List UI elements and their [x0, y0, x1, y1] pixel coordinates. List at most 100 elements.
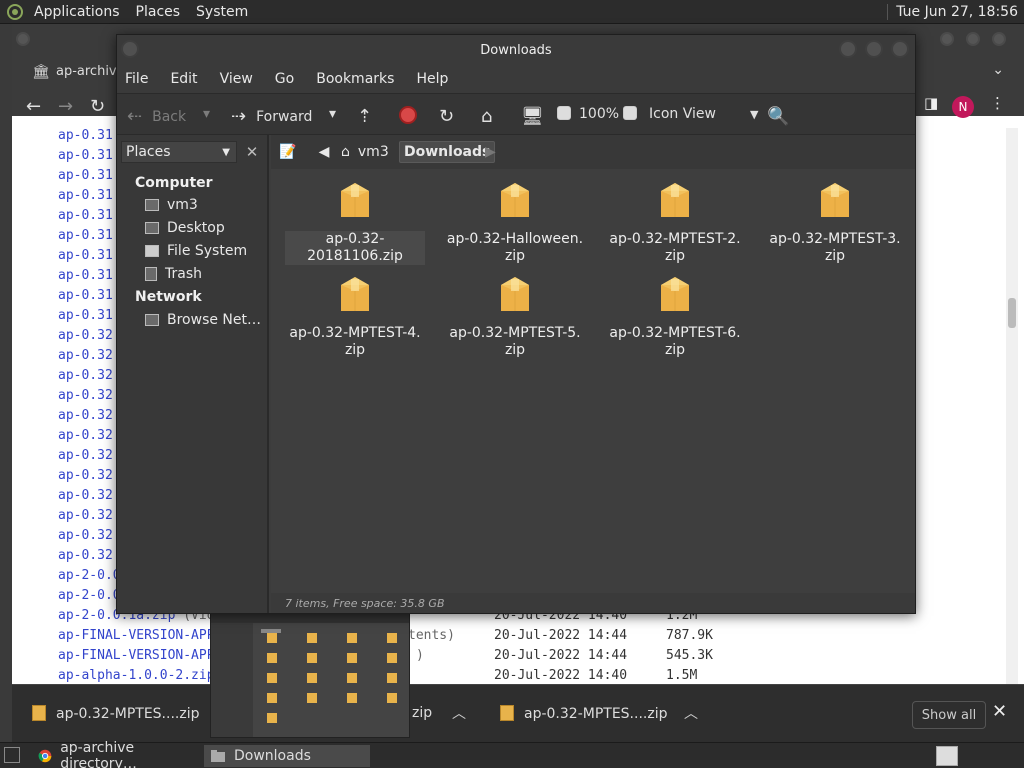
- window-titlebar[interactable]: Downloads: [117, 35, 915, 65]
- window-menu-icon[interactable]: [121, 40, 139, 58]
- close-icon[interactable]: [891, 40, 909, 58]
- task-chrome[interactable]: ap-archive directory…: [32, 740, 198, 768]
- path-segment-downloads[interactable]: Downloads: [399, 141, 496, 163]
- workspace-switcher[interactable]: [936, 746, 958, 766]
- minimize-icon[interactable]: [839, 40, 857, 58]
- show-desktop-icon[interactable]: [4, 747, 20, 763]
- chrome-scrollbar[interactable]: [1006, 128, 1018, 684]
- tab-search-chevron-icon[interactable]: ⌄: [992, 62, 1004, 78]
- close-icon[interactable]: [992, 32, 1006, 46]
- path-scroll-right-icon[interactable]: ▶: [485, 141, 496, 163]
- sidebar-item-desktop[interactable]: Desktop: [145, 220, 225, 236]
- sidebar-item-filesystem[interactable]: File System: [145, 243, 247, 259]
- distro-logo-icon[interactable]: [4, 1, 26, 23]
- search-button[interactable]: 🔍: [767, 106, 799, 127]
- listing-link[interactable]: ap-0.31: [58, 128, 113, 143]
- listing-link[interactable]: ap-alpha-1.0.0-2.zip: [58, 668, 215, 683]
- listing-link[interactable]: ap-0.32: [58, 368, 113, 383]
- show-all-button[interactable]: Show all: [912, 701, 986, 729]
- menu-file[interactable]: File: [125, 71, 148, 87]
- sidebar-item-vm3[interactable]: vm3: [145, 197, 198, 213]
- maximize-icon[interactable]: [966, 32, 980, 46]
- menu-places[interactable]: Places: [128, 4, 189, 20]
- menu-go[interactable]: Go: [275, 71, 294, 87]
- reload-icon[interactable]: ↻: [90, 96, 105, 117]
- file-item[interactable]: ap-0.32-MPTEST-6. zip: [605, 273, 745, 359]
- file-item[interactable]: ap-0.32-MPTEST-2. zip: [605, 179, 745, 265]
- window-thumbnail-preview[interactable]: [210, 602, 410, 738]
- sidebar-item-browse-network[interactable]: Browse Net…: [145, 312, 261, 328]
- file-item[interactable]: ap-0.32-MPTEST-3. zip: [765, 179, 905, 265]
- side-panel-icon[interactable]: ◨: [924, 94, 938, 112]
- minimize-icon[interactable]: [940, 32, 954, 46]
- file-item[interactable]: ap-0.32-MPTEST-5. zip: [445, 273, 585, 359]
- kebab-menu-icon[interactable]: ⋮: [990, 94, 1005, 112]
- menu-bookmarks[interactable]: Bookmarks: [316, 71, 394, 87]
- listing-link[interactable]: ap-0.31: [58, 168, 113, 183]
- computer-button[interactable]: 🖥: [521, 106, 554, 127]
- listing-link[interactable]: ap-0.31: [58, 268, 113, 283]
- listing-link[interactable]: ap-0.31: [58, 248, 113, 263]
- listing-link[interactable]: ap-0.32: [58, 468, 113, 483]
- menu-system[interactable]: System: [188, 4, 256, 20]
- sidebar-item-trash[interactable]: Trash: [145, 266, 202, 282]
- listing-link[interactable]: ap-0.32: [58, 448, 113, 463]
- zoom-in-button[interactable]: [623, 106, 643, 120]
- path-segment-vm3[interactable]: ⌂ vm3: [341, 141, 389, 163]
- listing-link[interactable]: ap-0.31: [58, 308, 113, 323]
- chrome-tab-title[interactable]: ap-archive: [56, 64, 125, 79]
- file-item[interactable]: ap-0.32-MPTEST-4. zip: [285, 273, 425, 359]
- chevron-up-icon[interactable]: ︿: [684, 703, 698, 723]
- menu-applications[interactable]: Applications: [26, 4, 128, 20]
- profile-avatar[interactable]: N: [952, 96, 974, 118]
- listing-link[interactable]: ap-0.32: [58, 508, 113, 523]
- back-history-dropdown[interactable]: ▾: [203, 106, 210, 122]
- menu-edit[interactable]: Edit: [170, 71, 197, 87]
- listing-link[interactable]: ap-0.32: [58, 528, 113, 543]
- listing-link[interactable]: ap-0.32: [58, 348, 113, 363]
- download-item[interactable]: zip: [412, 705, 432, 721]
- back-button[interactable]: ⇠ Back: [127, 106, 186, 127]
- listing-link[interactable]: ap-0.32: [58, 388, 113, 403]
- listing-link[interactable]: ap-0.31: [58, 148, 113, 163]
- sidebar-places-select[interactable]: Places ▼: [121, 141, 237, 163]
- listing-link[interactable]: ap-0.32: [58, 548, 113, 563]
- close-sidebar-icon[interactable]: ✕: [241, 141, 263, 163]
- zoom-level[interactable]: 100%: [579, 106, 619, 122]
- close-download-bar-icon[interactable]: ✕: [992, 701, 1007, 722]
- listing-link[interactable]: ap-0.32: [58, 328, 113, 343]
- clock[interactable]: Tue Jun 27, 18:56: [896, 4, 1018, 20]
- listing-link[interactable]: ap-FINAL-VERSION-APP: [58, 648, 215, 663]
- stop-button[interactable]: [399, 106, 417, 124]
- forward-history-dropdown[interactable]: ▾: [329, 106, 336, 122]
- listing-link[interactable]: ap-0.31: [58, 228, 113, 243]
- listing-link[interactable]: ap-0.32: [58, 488, 113, 503]
- listing-link[interactable]: ap-0.32: [58, 408, 113, 423]
- listing-link[interactable]: ap-FINAL-VERSION-APP: [58, 628, 215, 643]
- maximize-icon[interactable]: [865, 40, 883, 58]
- listing-link[interactable]: ap-0.31: [58, 288, 113, 303]
- zoom-out-button[interactable]: [557, 106, 577, 120]
- path-scroll-left-icon[interactable]: ◀: [315, 141, 333, 163]
- file-item[interactable]: ap-0.32-20181106.zip: [285, 179, 425, 265]
- back-arrow-icon[interactable]: ←: [26, 96, 41, 117]
- listing-link[interactable]: ap-0.31: [58, 208, 113, 223]
- home-button[interactable]: ⌂: [481, 106, 502, 127]
- forward-arrow-icon[interactable]: →: [58, 96, 73, 117]
- scrollbar-thumb[interactable]: [1008, 298, 1016, 328]
- task-downloads[interactable]: Downloads: [204, 745, 370, 767]
- listing-link[interactable]: ap-0.32: [58, 428, 113, 443]
- listing-link[interactable]: ap-0.31: [58, 188, 113, 203]
- download-item[interactable]: ap-0.32-MPTES....zip: [500, 705, 667, 722]
- forward-button[interactable]: ⇢ Forward: [231, 106, 312, 127]
- chevron-up-icon[interactable]: ︿: [452, 703, 466, 723]
- window-menu-icon[interactable]: [16, 32, 30, 46]
- reload-button[interactable]: ↻: [439, 106, 464, 127]
- download-item[interactable]: ap-0.32-MPTES....zip: [32, 705, 199, 722]
- menu-help[interactable]: Help: [416, 71, 448, 87]
- up-button[interactable]: ⇡: [357, 106, 382, 127]
- menu-view[interactable]: View: [220, 71, 253, 87]
- toggle-location-entry-icon[interactable]: 📝: [279, 141, 296, 163]
- listing-link[interactable]: ap-2-0.0: [58, 588, 121, 603]
- view-mode-select[interactable]: Icon View ▼: [649, 106, 758, 122]
